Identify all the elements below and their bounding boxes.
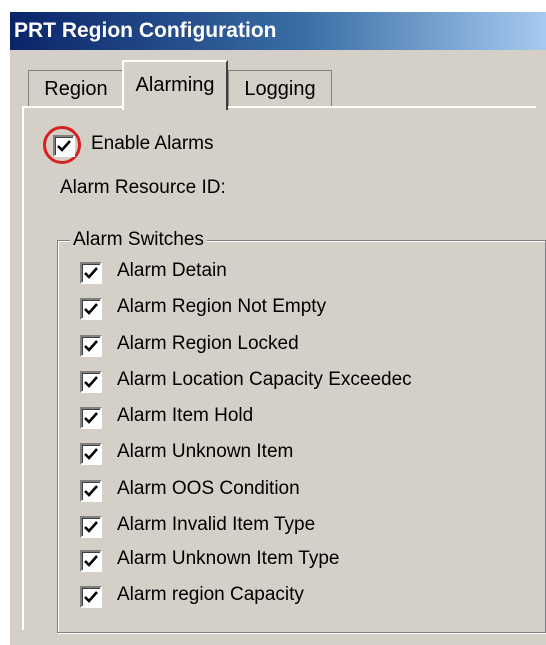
enable-alarms-label: Enable Alarms [91,133,214,154]
window-title: PRT Region Configuration [14,19,277,42]
alarm-switches-group-label: Alarm Switches [70,229,207,251]
checkmark-icon [57,140,71,152]
alarm-resource-id-label: Alarm Resource ID: [60,177,226,198]
enable-alarms-checkbox[interactable] [53,135,75,157]
title-bar: PRT Region Configuration [10,12,546,50]
tab-alarming[interactable]: Alarming [122,60,228,110]
tab-region[interactable]: Region [28,70,124,108]
tab-logging[interactable]: Logging [228,70,332,108]
